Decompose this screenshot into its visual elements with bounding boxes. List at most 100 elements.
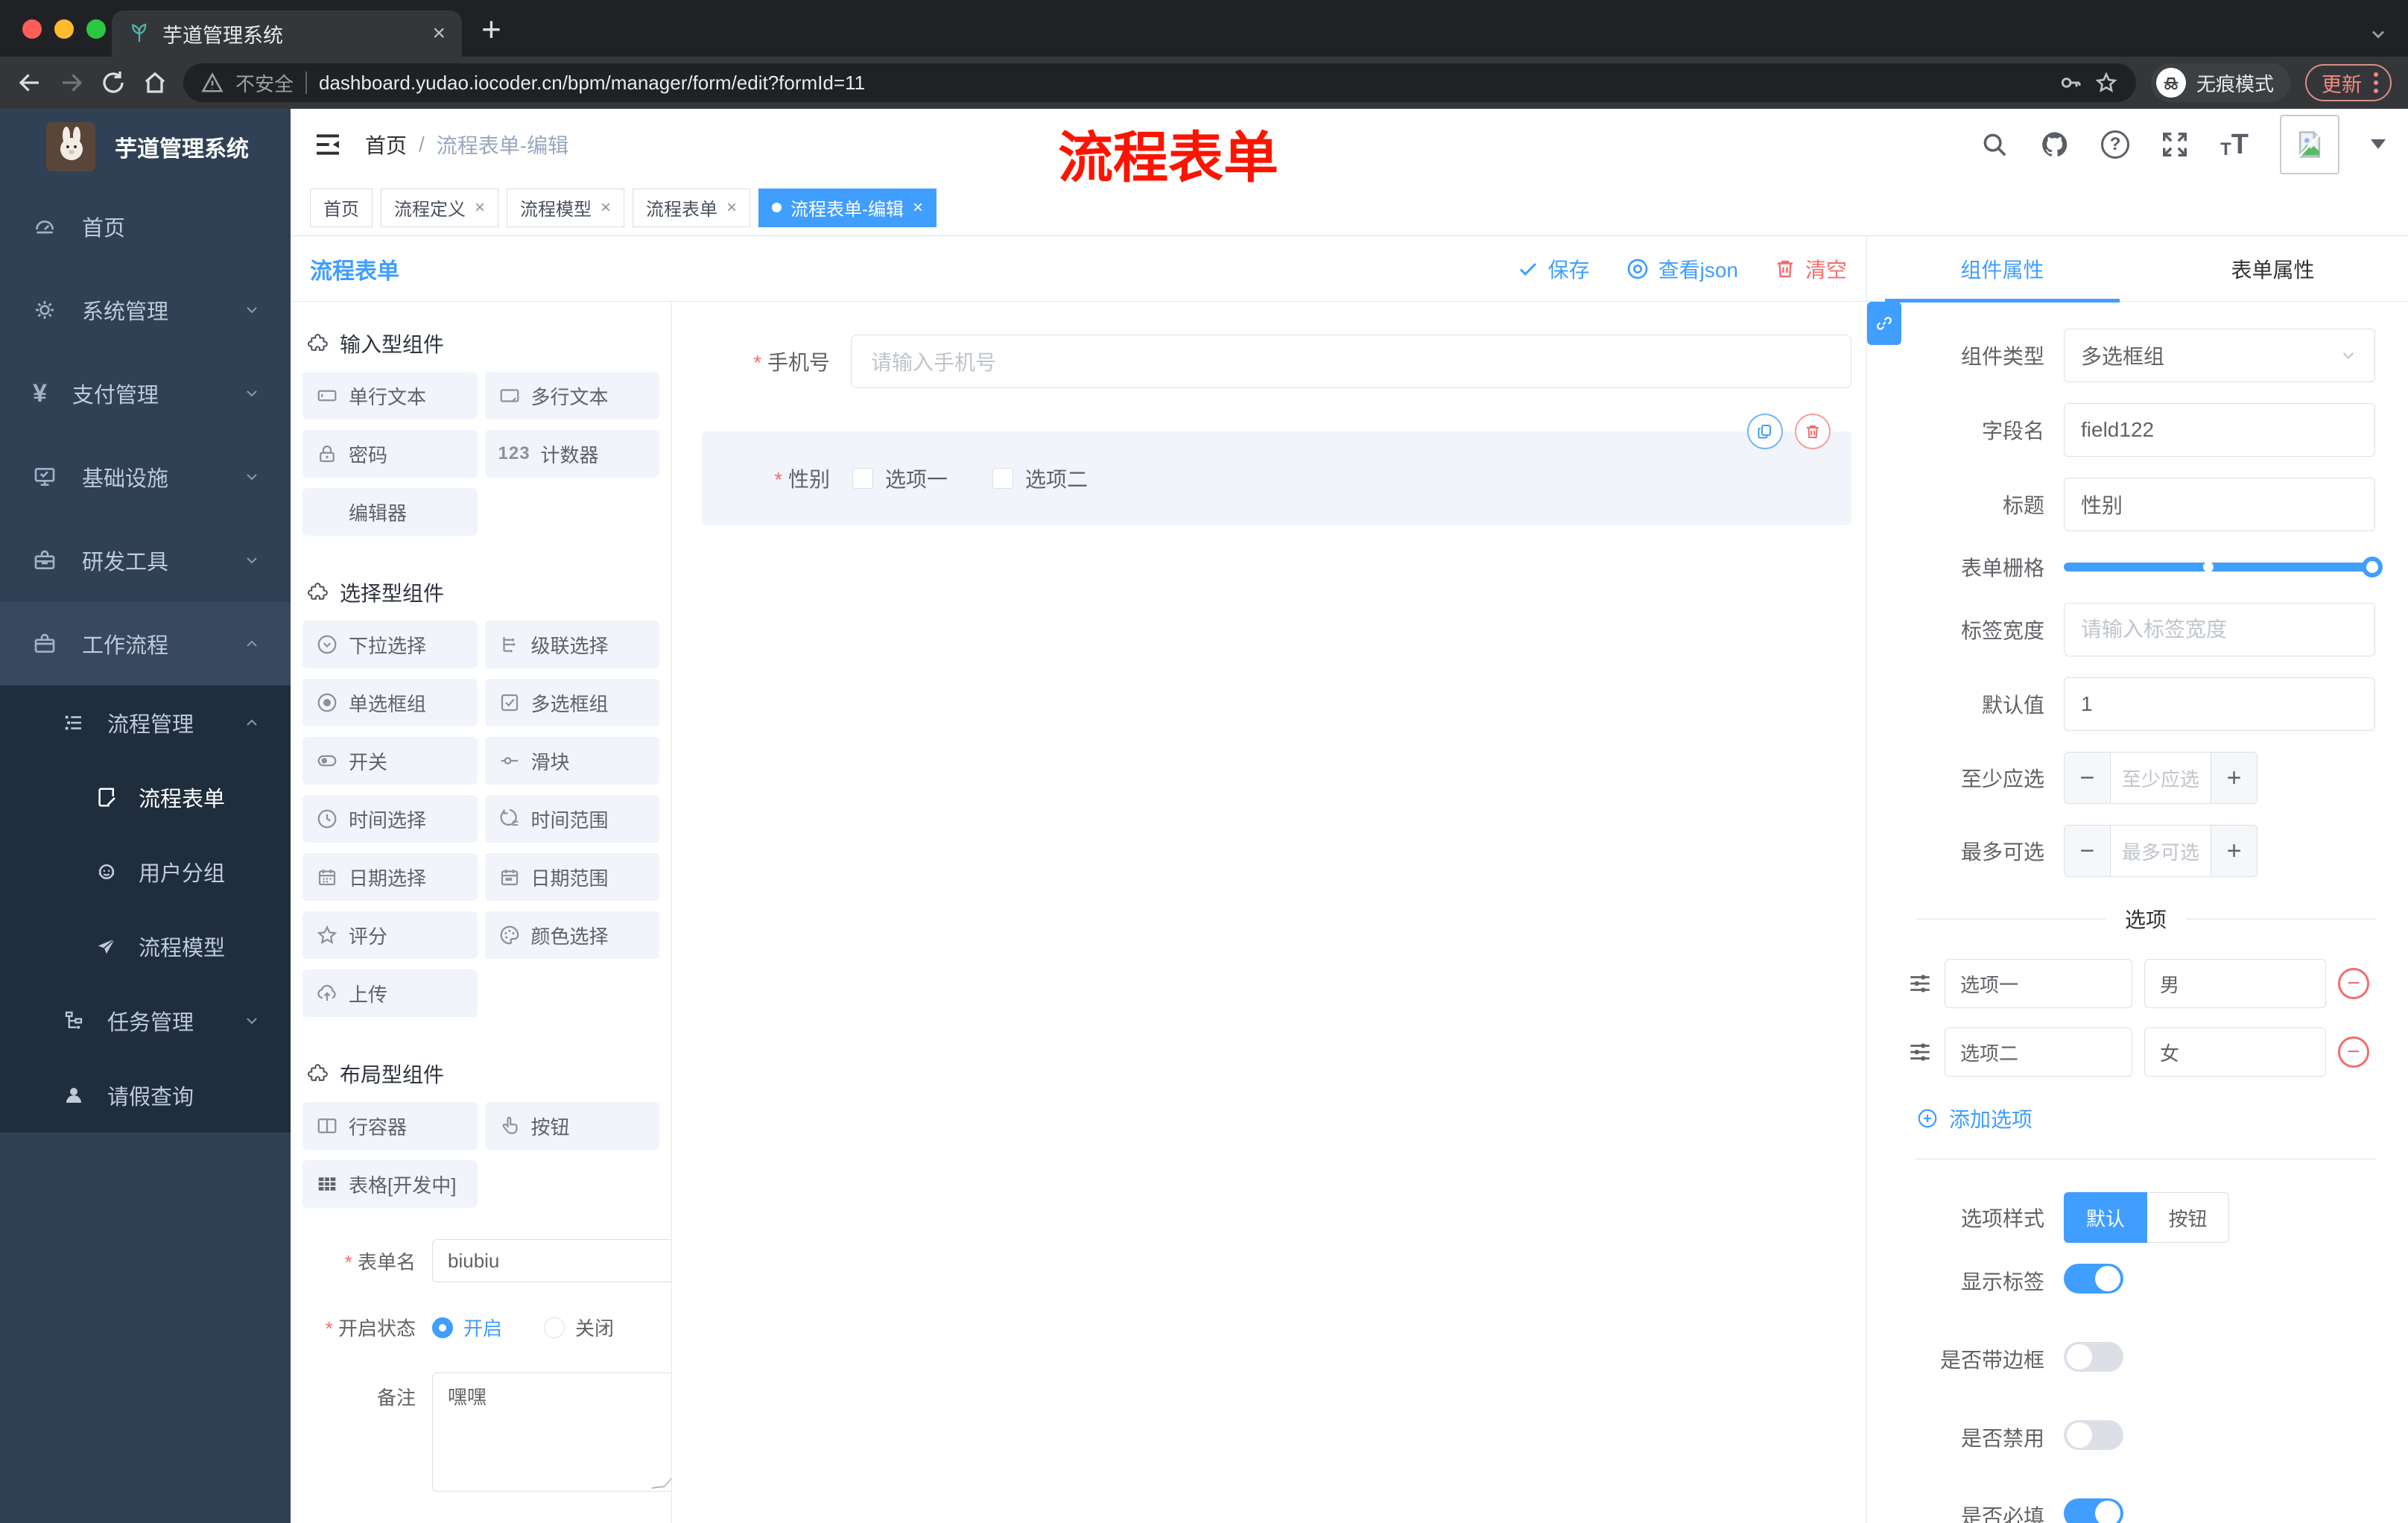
palette-item-slider[interactable]: 滑块 (484, 737, 659, 785)
tag-process-definition[interactable]: 流程定义 × (381, 188, 499, 227)
palette-item-single-text[interactable]: 单行文本 (302, 372, 478, 419)
not-secure-label[interactable]: 不安全 (235, 69, 294, 97)
label-width-input[interactable] (2064, 603, 2375, 656)
copy-component-button[interactable] (1747, 414, 1783, 449)
zoom-window-button[interactable] (86, 19, 106, 39)
border-toggle[interactable] (2064, 1342, 2123, 1372)
tag-close-icon[interactable]: × (726, 198, 737, 217)
browser-update-button[interactable]: 更新 (2305, 64, 2392, 101)
sidebar-item-process-form[interactable]: 流程表单 (0, 760, 291, 835)
reload-icon[interactable] (100, 69, 127, 96)
new-tab-button[interactable]: + (481, 12, 501, 46)
sidebar-item-task-mgmt[interactable]: 任务管理 (0, 984, 291, 1058)
font-size-icon[interactable]: TT (2220, 130, 2249, 159)
sidebar-item-leave-query[interactable]: 请假查询 (0, 1058, 291, 1133)
tag-process-form[interactable]: 流程表单 × (633, 188, 751, 227)
min-select-stepper[interactable]: − 至少应选 + (2064, 752, 2258, 804)
browser-menu-kebab-icon[interactable] (2374, 72, 2378, 93)
option-name-input[interactable]: 选项一 (1945, 959, 2132, 1008)
palette-item-radio-group[interactable]: 单选框组 (302, 679, 478, 726)
form-canvas[interactable]: 手机号 请输入手机号 (672, 302, 1866, 1523)
slider-handle[interactable] (2362, 557, 2383, 577)
palette-item-editor[interactable]: 编辑器 (302, 488, 478, 536)
palette-item-switch[interactable]: 开关 (302, 737, 478, 785)
sidebar-logo[interactable]: 芋道管理系统 (0, 109, 291, 185)
minimize-window-button[interactable] (54, 19, 74, 39)
view-json-button[interactable]: 查看json (1626, 254, 1738, 284)
sidebar-item-system[interactable]: 系统管理 (0, 268, 291, 352)
tab-search-chevron-icon[interactable] (2368, 24, 2389, 45)
max-select-stepper[interactable]: − 最多可选 + (2064, 825, 2258, 877)
traffic-lights[interactable] (22, 19, 106, 39)
drag-handle-icon[interactable] (1907, 1039, 1933, 1065)
sidebar-item-process-model[interactable]: 流程模型 (0, 909, 291, 984)
gender-option-2[interactable]: 选项二 (992, 463, 1088, 493)
github-icon[interactable] (2040, 130, 2070, 159)
palette-item-counter[interactable]: 123 计数器 (484, 430, 659, 478)
back-icon[interactable] (16, 69, 43, 96)
remove-option-button[interactable]: − (2338, 968, 2369, 999)
option-value-input[interactable]: 男 (2144, 959, 2326, 1008)
sidebar-item-devtools[interactable]: 研发工具 (0, 519, 291, 602)
help-icon[interactable]: ? (2101, 130, 2130, 159)
remove-option-button[interactable]: − (2338, 1036, 2369, 1068)
tab-component-props[interactable]: 组件属性 (1867, 236, 2138, 303)
palette-item-time-picker[interactable]: 时间选择 (302, 795, 478, 843)
required-toggle[interactable] (2064, 1498, 2123, 1523)
forward-icon[interactable] (58, 69, 85, 96)
tag-close-icon[interactable]: × (601, 198, 611, 217)
style-button-button[interactable]: 按钮 (2147, 1192, 2229, 1243)
drag-handle-icon[interactable] (1907, 971, 1933, 996)
sidebar-item-process-mgmt[interactable]: 流程管理 (0, 685, 291, 760)
browser-tab[interactable]: 芋道管理系统 × (112, 10, 462, 57)
palette-item-date-range[interactable]: 日期范围 (484, 853, 659, 901)
style-default-button[interactable]: 默认 (2064, 1192, 2147, 1243)
grid-slider[interactable] (2064, 557, 2383, 577)
palette-item-rate[interactable]: 评分 (302, 911, 478, 959)
tab-close-icon[interactable]: × (432, 22, 446, 45)
search-icon[interactable] (1980, 130, 2009, 159)
palette-item-color-picker[interactable]: 颜色选择 (484, 911, 659, 959)
palette-item-password[interactable]: 密码 (302, 430, 478, 478)
save-button[interactable]: 保存 (1517, 254, 1590, 284)
palette-item-time-range[interactable]: 时间范围 (484, 795, 659, 843)
delete-component-button[interactable] (1795, 414, 1831, 449)
default-value-input[interactable] (2064, 677, 2375, 731)
sidebar-item-workflow[interactable]: 工作流程 (0, 602, 291, 685)
clear-button[interactable]: 清空 (1774, 254, 1847, 284)
user-avatar-broken-image[interactable] (2280, 114, 2339, 174)
show-label-toggle[interactable] (2064, 1264, 2123, 1294)
close-window-button[interactable] (22, 19, 42, 39)
palette-item-upload[interactable]: 上传 (302, 969, 478, 1017)
phone-field[interactable]: 手机号 请输入手机号 (702, 335, 1851, 388)
disabled-toggle[interactable] (2064, 1420, 2123, 1450)
avatar-caret-icon[interactable] (2371, 139, 2386, 149)
phone-input[interactable]: 请输入手机号 (851, 335, 1851, 388)
tab-form-props[interactable]: 表单属性 (2138, 236, 2408, 301)
home-icon[interactable] (142, 69, 168, 96)
breadcrumb-home[interactable]: 首页 (365, 130, 407, 159)
stepper-decrease-button[interactable]: − (2065, 753, 2111, 803)
sidebar-item-payment[interactable]: ¥ 支付管理 (0, 352, 291, 435)
address-bar[interactable]: 不安全 dashboard.yudao.iocoder.cn/bpm/manag… (183, 63, 2136, 102)
gender-field-selected[interactable]: 性别 选项一 选项二 (702, 414, 1851, 525)
link-icon[interactable] (1867, 302, 1901, 345)
palette-item-select[interactable]: 下拉选择 (302, 621, 478, 668)
status-on-radio[interactable]: 开启 (432, 1314, 502, 1341)
option-value-input[interactable]: 女 (2144, 1028, 2326, 1077)
update-label[interactable]: 更新 (2322, 69, 2362, 98)
field-name-input[interactable] (2064, 403, 2375, 457)
form-remark-textarea[interactable]: 嘿嘿 (432, 1372, 671, 1492)
palette-item-row-container[interactable]: 行容器 (302, 1102, 478, 1150)
status-off-radio[interactable]: 关闭 (544, 1314, 614, 1341)
sidebar-collapse-icon[interactable] (313, 130, 343, 159)
title-input[interactable] (2064, 478, 2375, 531)
tag-process-form-edit[interactable]: 流程表单-编辑 × (758, 188, 937, 227)
option-name-input[interactable]: 选项二 (1945, 1028, 2132, 1077)
password-key-icon[interactable] (2059, 71, 2082, 95)
palette-item-date-picker[interactable]: 日期选择 (302, 853, 478, 901)
stepper-increase-button[interactable]: + (2211, 826, 2257, 876)
palette-item-cascader[interactable]: 级联选择 (484, 621, 659, 668)
form-name-input[interactable] (432, 1239, 671, 1282)
sidebar-item-infra[interactable]: 基础设施 (0, 435, 291, 519)
